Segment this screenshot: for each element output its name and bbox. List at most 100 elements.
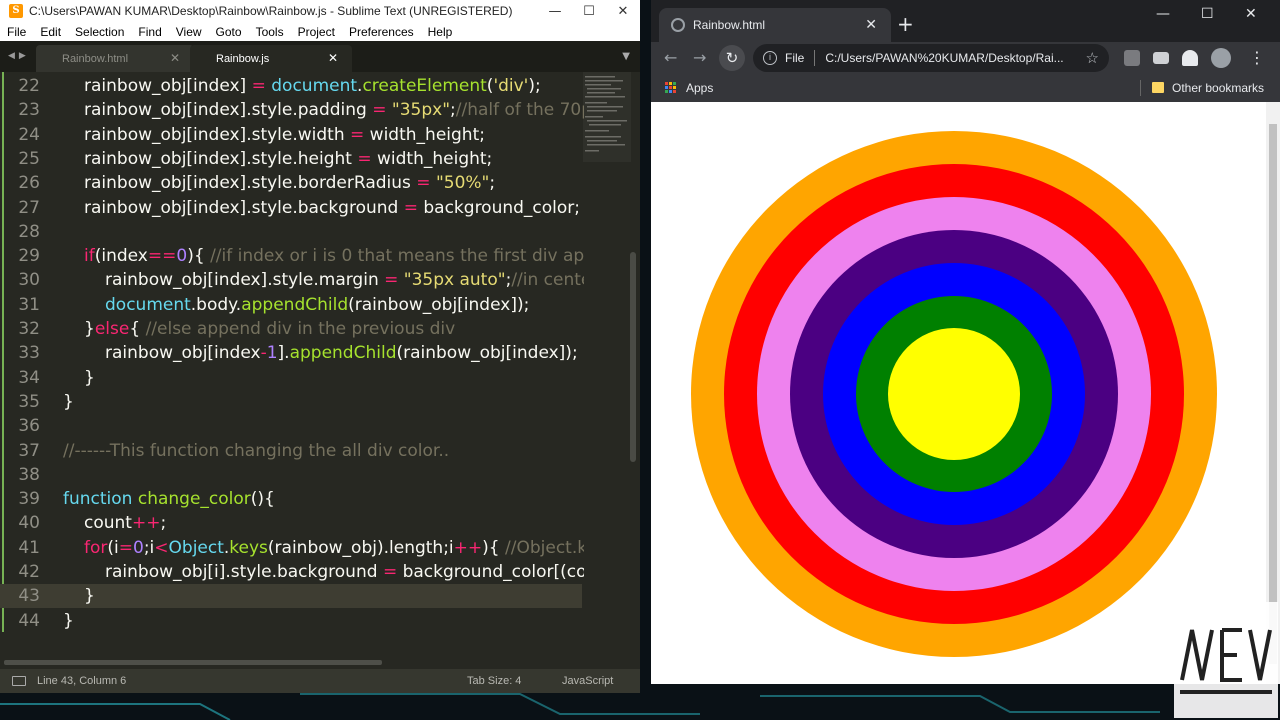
code-line[interactable]: 33 rainbow_obj[index-1].appendChild(rainb… — [0, 341, 582, 365]
tab-size-selector[interactable]: Tab Size: 4 — [467, 675, 521, 687]
code-line[interactable]: 24 rainbow_obj[index].style.width = width… — [0, 123, 582, 147]
code-text: rainbow_obj[index] = document.createElem… — [84, 74, 584, 98]
code-line[interactable]: 30 rainbow_obj[index].style.margin = "35p… — [0, 268, 584, 292]
extension-icon[interactable] — [1124, 50, 1140, 66]
code-line[interactable]: 42 rainbow_obj[i].style.background = back… — [0, 560, 584, 584]
horizontal-scrollbar[interactable] — [4, 660, 382, 665]
code-token: rainbow_obj[index — [105, 343, 261, 364]
console-toggle-icon[interactable] — [12, 676, 26, 686]
code-token: else — [94, 319, 130, 339]
back-arrow-icon[interactable]: ← — [664, 48, 677, 67]
puzzle-extensions-icon[interactable] — [1182, 50, 1198, 66]
menu-find[interactable]: Find — [138, 25, 161, 39]
code-line[interactable]: 22 rainbow_obj[index] = document.createEl… — [0, 74, 582, 98]
info-icon[interactable]: i — [763, 51, 777, 65]
maximize-button[interactable]: ☐ — [572, 0, 606, 22]
close-button[interactable]: ✕ — [1245, 6, 1257, 22]
url-text[interactable]: C:/Users/PAWAN%20KUMAR/Desktop/Rai... — [825, 51, 1063, 65]
tab-rainbow-html[interactable]: Rainbow.html ✕ — [36, 45, 194, 72]
code-line[interactable]: 40 count++; — [0, 511, 582, 535]
code-token: //Object.keys — [505, 537, 584, 558]
code-text: } — [63, 390, 584, 414]
code-line[interactable]: 41 for(i=0;i<Object.keys(rainbow_obj).len… — [0, 536, 584, 560]
syntax-selector[interactable]: JavaScript — [562, 675, 613, 687]
code-line[interactable]: 25 rainbow_obj[index].style.height = widt… — [0, 147, 582, 171]
code-token: change_color — [137, 489, 251, 510]
code-text: rainbow_obj[index-1].appendChild(rainbow… — [105, 341, 584, 365]
code-line[interactable]: 27 rainbow_obj[index].style.background = … — [0, 196, 582, 220]
code-line[interactable]: 35} — [0, 390, 582, 414]
code-token: (){ — [250, 489, 275, 510]
menu-project[interactable]: Project — [298, 25, 335, 39]
code-token: 0 — [132, 537, 144, 558]
code-line[interactable]: 32}else{ //else append div in the previo… — [0, 317, 582, 341]
tab-rainbow-js[interactable]: Rainbow.js ✕ — [190, 45, 352, 72]
sublime-app-icon: S — [9, 4, 23, 18]
close-icon[interactable]: ✕ — [865, 16, 877, 33]
channel-logo-watermark — [1174, 602, 1278, 718]
maximize-button[interactable]: ☐ — [1201, 6, 1214, 22]
code-token: } — [84, 319, 95, 339]
code-line[interactable]: 43} — [0, 584, 582, 609]
browser-tab-rainbow[interactable]: Rainbow.html ✕ — [659, 8, 891, 42]
code-line[interactable]: 26 rainbow_obj[index].style.borderRadius … — [0, 171, 582, 195]
close-icon[interactable]: ✕ — [328, 51, 338, 65]
code-line[interactable]: 36 — [0, 414, 582, 438]
menu-tools[interactable]: Tools — [256, 25, 284, 39]
editor-scrollbar[interactable] — [630, 252, 636, 462]
menu-goto[interactable]: Goto — [216, 25, 242, 39]
apps-bookmark[interactable]: Apps — [686, 81, 713, 95]
menu-file[interactable]: File — [7, 25, 26, 39]
bookmark-star-icon[interactable]: ☆ — [1086, 49, 1099, 67]
code-line[interactable]: 29 if(index==0){ //if index or i is 0 tha… — [0, 244, 584, 268]
code-line[interactable]: 31 document.body.appendChild(rainbow_obj[… — [0, 293, 582, 317]
apps-grid-icon[interactable] — [665, 82, 677, 94]
forward-arrow-icon[interactable]: → — [693, 48, 706, 67]
tab-label: Rainbow.js — [216, 52, 270, 65]
code-token: = — [416, 173, 431, 194]
code-token: document — [105, 294, 191, 315]
extension-icon[interactable] — [1153, 52, 1169, 64]
menu-help[interactable]: Help — [428, 25, 453, 39]
page-scrollbar-thumb[interactable] — [1269, 124, 1277, 664]
code-line[interactable]: 37 //------This function changing the all… — [0, 439, 582, 463]
code-line[interactable]: 39 function change_color(){ — [0, 487, 582, 511]
code-line[interactable]: 34} — [0, 366, 582, 390]
close-button[interactable]: ✕ — [606, 0, 640, 22]
line-number: 44 — [18, 610, 40, 631]
minimap[interactable] — [583, 72, 631, 162]
tab-scroll-arrows-icon[interactable]: ◀▶ — [8, 51, 30, 61]
code-token: rainbow_obj[index].style.borderRadius — [84, 173, 417, 194]
code-line[interactable]: 44} — [0, 609, 582, 633]
code-token: appendChild — [241, 294, 349, 315]
code-line[interactable]: 28 — [0, 220, 582, 244]
line-number: 22 — [18, 76, 40, 96]
menu-kebab-icon[interactable]: ⋮ — [1249, 48, 1265, 67]
menu-selection[interactable]: Selection — [75, 25, 124, 39]
minimize-button[interactable]: — — [538, 0, 572, 22]
code-token: (index — [94, 246, 148, 267]
code-line[interactable]: 23 rainbow_obj[index].style.padding = "35… — [0, 98, 584, 122]
line-number: 34 — [18, 367, 40, 388]
menu-edit[interactable]: Edit — [40, 25, 61, 39]
browser-tab-title: Rainbow.html — [693, 18, 766, 32]
cursor-position: Line 43, Column 6 — [37, 675, 127, 687]
code-token: rainbow_obj[index].style.width — [84, 124, 351, 145]
reload-icon[interactable]: ↻ — [719, 45, 745, 71]
close-icon[interactable]: ✕ — [170, 51, 180, 65]
address-bar[interactable]: i File C:/Users/PAWAN%20KUMAR/Desktop/Ra… — [753, 44, 1109, 72]
chevron-down-icon[interactable]: ▼ — [622, 51, 630, 62]
page-scrollbar[interactable] — [1266, 102, 1280, 684]
rainbow-ring[interactable] — [888, 328, 1020, 460]
code-editor[interactable]: 22 rainbow_obj[index] = document.createEl… — [0, 72, 640, 660]
rainbow-circles[interactable] — [651, 102, 1266, 684]
line-number: 25 — [18, 148, 40, 169]
menu-preferences[interactable]: Preferences — [349, 25, 414, 39]
other-bookmarks[interactable]: Other bookmarks — [1172, 81, 1264, 95]
minimize-button[interactable]: — — [1156, 6, 1170, 22]
menu-view[interactable]: View — [176, 25, 202, 39]
code-token: document — [271, 76, 358, 96]
profile-avatar-icon[interactable] — [1211, 48, 1231, 68]
new-tab-plus-icon[interactable]: + — [897, 12, 914, 36]
code-line[interactable]: 38 — [0, 463, 582, 487]
